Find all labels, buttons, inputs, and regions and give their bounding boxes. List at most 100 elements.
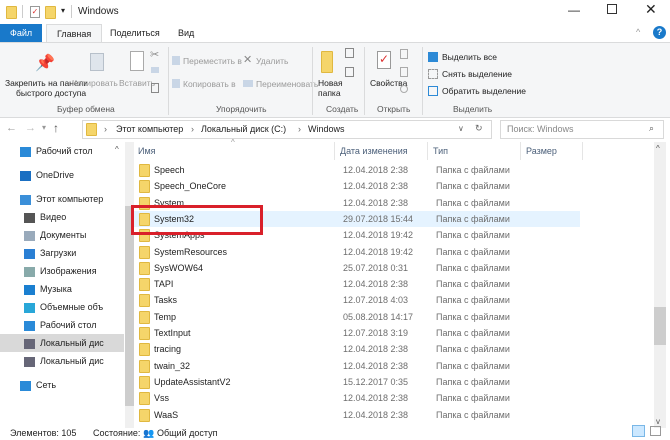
delete-button[interactable]: Удалить (256, 56, 288, 66)
column-header-date[interactable]: Дата изменения (340, 146, 408, 156)
title-bar: ✓ ▾ Windows — ✕ (0, 0, 670, 24)
breadcrumb-local-disk[interactable]: Локальный диск (C:) (201, 124, 286, 134)
sidebar-item[interactable]: Сеть (0, 376, 124, 394)
select-none-button[interactable]: Снять выделение (442, 69, 512, 79)
tab-file[interactable]: Файл (0, 24, 42, 42)
refresh-icon[interactable]: ↻ (475, 123, 483, 134)
tab-share[interactable]: Поделиться (100, 24, 170, 42)
column-header-size[interactable]: Размер (526, 146, 557, 156)
maximize-button[interactable] (607, 4, 617, 14)
new-folder-button[interactable]: Новая (318, 78, 343, 88)
sidebar-item-label: Этот компьютер (36, 194, 104, 204)
file-date: 15.12.2017 0:35 (343, 376, 409, 387)
computer-icon (20, 194, 31, 205)
easy-access-icon[interactable] (345, 67, 354, 77)
back-button[interactable]: ← (6, 122, 17, 134)
sidebar-item[interactable]: Музыка (0, 280, 124, 298)
column-header-name[interactable]: Имя (138, 146, 156, 156)
ribbon: 📌 Закрепить на панели быстрого доступа К… (0, 42, 670, 118)
history-icon[interactable] (400, 85, 408, 93)
file-name: UpdateAssistantV2 (154, 376, 231, 387)
new-folder-button-2[interactable]: папка (318, 88, 341, 98)
search-box[interactable]: Поиск: Windows ⌕ (500, 120, 664, 139)
file-row[interactable]: tracing 12.04.2018 2:38 Папка с файлами (133, 341, 580, 357)
sidebar-item[interactable]: Локальный дис (0, 334, 124, 352)
file-type: Папка с файлами (436, 344, 510, 355)
tab-view[interactable]: Вид (168, 24, 204, 42)
file-date: 12.04.2018 2:38 (343, 181, 409, 192)
sidebar-item[interactable]: Рабочий стол (0, 142, 124, 160)
new-item-icon[interactable] (345, 48, 354, 58)
customize-quick-access-icon[interactable]: ▾ (61, 6, 65, 15)
open-icon[interactable] (400, 49, 408, 59)
sidebar-item[interactable]: Объемные объ (0, 298, 124, 316)
properties-quick-icon[interactable]: ✓ (30, 6, 40, 18)
collapse-ribbon-icon[interactable]: ^ (636, 27, 640, 37)
scroll-down-icon[interactable]: v (656, 417, 660, 426)
help-icon[interactable]: ? (653, 26, 666, 39)
file-row[interactable]: SystemResources 12.04.2018 19:42 Папка с ф… (133, 244, 580, 260)
sidebar-item[interactable]: Этот компьютер (0, 190, 124, 208)
sidebar-item[interactable]: OneDrive (0, 166, 124, 184)
copy-path-icon[interactable] (151, 67, 159, 73)
breadcrumb-this-pc[interactable]: Этот компьютер (116, 124, 183, 134)
close-button[interactable]: ✕ (645, 1, 657, 18)
breadcrumb-windows[interactable]: Windows (308, 124, 345, 134)
nav-collapse-icon[interactable]: ^ (115, 145, 119, 154)
sidebar-item[interactable]: Рабочий стол (0, 316, 124, 334)
sidebar-item[interactable]: Изображения (0, 262, 124, 280)
paste-shortcut-icon[interactable] (151, 83, 159, 93)
file-scrollbar[interactable]: ^ v (654, 142, 666, 428)
pin-quick-access-label-2[interactable]: быстрого доступа (16, 88, 86, 98)
file-row[interactable]: Speech 12.04.2018 2:38 Папка с файлами (133, 162, 580, 178)
item-count: Элементов: 105 (10, 428, 77, 438)
sidebar-item-label: Локальный дис (40, 356, 104, 366)
sidebar-item[interactable]: Документы (0, 226, 124, 244)
sidebar-item[interactable]: Локальный дис (0, 352, 124, 370)
minimize-button[interactable]: — (568, 3, 580, 17)
cut-icon[interactable]: ✂ (150, 48, 159, 61)
file-scrollbar-thumb[interactable] (654, 307, 666, 345)
column-header-type[interactable]: Тип (433, 146, 448, 156)
file-row[interactable]: UpdateAssistantV2 15.12.2017 0:35 Папка с … (133, 374, 580, 390)
file-row[interactable]: TAPI 12.04.2018 2:38 Папка с файлами (133, 276, 580, 292)
folder-icon (139, 310, 150, 324)
invert-selection-button[interactable]: Обратить выделение (442, 86, 526, 96)
address-bar[interactable]: › Этот компьютер › Локальный диск (C:) ›… (82, 120, 492, 139)
file-type: Папка с файлами (436, 165, 510, 175)
file-row[interactable]: TextInput 12.07.2018 3:19 Папка с файлами (133, 325, 580, 341)
paste-button[interactable]: Вставить (119, 78, 155, 88)
file-row[interactable]: twain_32 12.04.2018 2:38 Папка с файлами (133, 358, 580, 374)
file-row[interactable]: SysWOW64 25.07.2018 0:31 Папка с файлами (133, 260, 580, 276)
file-row[interactable]: WaaS 12.04.2018 2:38 Папка с файлами (133, 407, 580, 423)
forward-button[interactable]: → (25, 122, 36, 134)
file-row[interactable]: Tasks 12.07.2018 4:03 Папка с файлами (133, 292, 580, 308)
move-to-button[interactable]: Переместить в (183, 56, 242, 66)
rename-button[interactable]: Переименовать (256, 79, 318, 89)
details-view-button[interactable] (632, 425, 645, 437)
large-icons-view-button[interactable] (650, 426, 661, 436)
file-row[interactable]: Vss 12.04.2018 2:38 Папка с файлами (133, 390, 580, 406)
sidebar-item-label: Объемные объ (40, 302, 104, 312)
folder-icon (139, 278, 150, 292)
scroll-up-icon[interactable]: ^ (656, 144, 660, 153)
tab-home[interactable]: Главная (46, 24, 103, 43)
new-folder-quick-icon[interactable] (45, 6, 56, 19)
sidebar-item[interactable]: Видео (0, 208, 124, 226)
file-name: Vss (154, 393, 170, 404)
file-row[interactable]: Speech_OneCore 12.04.2018 2:38 Папка с фай… (133, 178, 580, 194)
search-input[interactable]: Поиск: Windows (507, 124, 573, 134)
documents-icon (24, 230, 35, 241)
up-button[interactable]: ↑ (53, 121, 59, 135)
copy-button[interactable]: Копировать (72, 78, 118, 88)
sidebar-item[interactable]: Загрузки (0, 244, 124, 262)
address-dropdown-icon[interactable]: ∨ (458, 124, 464, 133)
recent-locations-button[interactable]: ▾ (42, 123, 46, 132)
file-row[interactable]: Temp 05.08.2018 14:17 Папка с файлами (133, 309, 580, 325)
file-type: Папка с файлами (436, 295, 510, 306)
copy-to-button[interactable]: Копировать в (183, 79, 236, 89)
folder-icon (6, 6, 17, 19)
onedrive-icon (20, 170, 31, 181)
edit-icon[interactable] (400, 67, 408, 77)
select-all-button[interactable]: Выделить все (442, 52, 497, 62)
